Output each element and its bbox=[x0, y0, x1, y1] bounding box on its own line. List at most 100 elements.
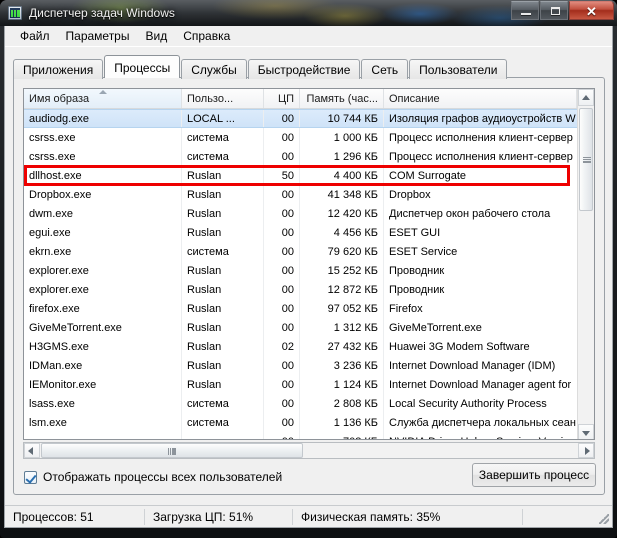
tab-services[interactable]: Службы bbox=[181, 59, 247, 79]
cell-name: audiodg.exe bbox=[24, 110, 182, 127]
scroll-left-button[interactable] bbox=[24, 443, 40, 458]
cell-desc: Служба диспетчера локальных сеан bbox=[389, 416, 576, 429]
table-row[interactable]: csrss.exe система 00 1 000 КБ Процесс исполн… bbox=[24, 128, 594, 147]
cell-user: LOCAL ... bbox=[182, 110, 264, 127]
table-row[interactable]: csrss.exe система 00 1 296 КБ Процесс исполн… bbox=[24, 147, 594, 166]
cell-user: Ruslan bbox=[182, 375, 264, 394]
cell-cpu: 00 bbox=[264, 204, 300, 223]
cell-user: Ruslan bbox=[182, 204, 264, 223]
table-row[interactable]: IDMan.exe Ruslan 00 3 236 КБ Internet Downlo… bbox=[24, 356, 594, 375]
cell-user: Ruslan bbox=[182, 337, 264, 356]
minimize-icon bbox=[521, 13, 531, 15]
table-row[interactable]: dwm.exe Ruslan 00 12 420 КБ Диспетчер окон р… bbox=[24, 204, 594, 223]
horizontal-scrollbar[interactable] bbox=[23, 442, 595, 459]
table-row[interactable]: Dropbox.exe Ruslan 00 41 348 КБ Dropbox bbox=[24, 185, 594, 204]
cell-name: explorer.exe bbox=[24, 261, 182, 280]
cell-user: система bbox=[182, 413, 264, 432]
table-row[interactable]: IEMonitor.exe Ruslan 00 1 124 КБ Internet Do… bbox=[24, 375, 594, 394]
cell-name: nvvsvc.exe bbox=[24, 432, 182, 439]
table-row[interactable]: lsm.exe система 00 1 136 КБ Служба диспетчер… bbox=[24, 413, 594, 432]
cell-name: lsass.exe bbox=[24, 394, 182, 413]
maximize-icon bbox=[551, 7, 560, 15]
cell-desc: Проводник bbox=[389, 283, 445, 296]
minimize-button[interactable] bbox=[511, 1, 539, 20]
chevron-left-icon bbox=[28, 446, 33, 455]
show-all-users-checkbox-row[interactable]: Отображать процессы всех пользователей bbox=[24, 470, 282, 484]
cell-name: csrss.exe bbox=[24, 147, 182, 166]
cell-mem: 97 052 КБ bbox=[300, 299, 384, 318]
window-title: Диспетчер задач Windows bbox=[29, 6, 175, 20]
cell-name: dllhost.exe bbox=[24, 166, 182, 185]
table-row[interactable]: H3GMS.exe Ruslan 02 27 432 КБ Huawei 3G Mode… bbox=[24, 337, 594, 356]
table-row[interactable]: audiodg.exe LOCAL ... 00 10 744 КБ Изоляция … bbox=[24, 109, 594, 128]
tab-applications[interactable]: Приложения bbox=[13, 59, 104, 79]
column-header-memory[interactable]: Память (час... bbox=[300, 89, 384, 108]
cell-desc: ESET Service bbox=[389, 245, 458, 258]
cell-mem: 1 296 КБ bbox=[300, 147, 384, 166]
cell-user: Ruslan bbox=[182, 318, 264, 337]
cell-user: Ruslan bbox=[182, 185, 264, 204]
column-header-image-name[interactable]: Имя образа bbox=[24, 89, 182, 108]
cell-desc: Firefox bbox=[389, 302, 423, 315]
table-row[interactable]: egui.exe Ruslan 00 4 456 КБ ESET GUI bbox=[24, 223, 594, 242]
scrollbar-grip-icon bbox=[583, 157, 591, 163]
menu-item-options[interactable]: Параметры bbox=[58, 27, 138, 46]
end-process-button[interactable]: Завершить процесс bbox=[472, 463, 596, 487]
cell-desc: NVIDIA Driver Helper Service, Version bbox=[384, 432, 577, 440]
menu-item-help[interactable]: Справка bbox=[175, 27, 238, 46]
vertical-scrollbar[interactable] bbox=[577, 89, 594, 439]
maximize-button[interactable] bbox=[540, 1, 568, 20]
column-header-user[interactable]: Пользо... bbox=[182, 89, 264, 108]
cell-mem: 1 000 КБ bbox=[300, 128, 384, 147]
tab-processes[interactable]: Процессы bbox=[104, 55, 181, 78]
table-row[interactable]: GiveMeTorrent.exe Ruslan 00 1 312 КБ GiveMeT… bbox=[24, 318, 594, 337]
cell-cpu: 00 bbox=[264, 261, 300, 280]
menu-item-view[interactable]: Вид bbox=[137, 27, 175, 46]
cell-cpu: 00 bbox=[264, 394, 300, 413]
table-row[interactable]: ekrn.exe система 00 79 620 КБ ESET Service bbox=[24, 242, 594, 261]
table-row[interactable]: dllhost.exe Ruslan 50 4 400 КБ COM Surrogate bbox=[24, 166, 594, 185]
close-button[interactable]: ✕ bbox=[569, 1, 614, 20]
window-controls: ✕ bbox=[511, 1, 614, 20]
vertical-scrollbar-thumb[interactable] bbox=[579, 108, 593, 211]
tab-bar: Приложения Процессы Службы Быстродействи… bbox=[13, 55, 612, 79]
cell-cpu: 00 bbox=[264, 223, 300, 242]
tab-network[interactable]: Сеть bbox=[361, 59, 409, 79]
status-processes: Процессов: 51 bbox=[5, 508, 145, 525]
column-header-description[interactable]: Описание bbox=[384, 89, 577, 108]
table-row[interactable]: explorer.exe Ruslan 00 15 252 КБ Проводник bbox=[24, 261, 594, 280]
cell-cpu: 00 bbox=[264, 318, 300, 337]
cell-user: система bbox=[182, 242, 264, 261]
table-row[interactable]: lsass.exe система 00 2 808 КБ Local Security… bbox=[24, 394, 594, 413]
cell-mem: 2 808 КБ bbox=[300, 394, 384, 413]
cell-cpu: 50 bbox=[264, 166, 300, 185]
cell-mem: 1 124 КБ bbox=[300, 375, 384, 394]
table-row[interactable]: firefox.exe Ruslan 00 97 052 КБ Firefox bbox=[24, 299, 594, 318]
cell-mem: 4 400 КБ bbox=[300, 166, 384, 185]
horizontal-scrollbar-thumb[interactable] bbox=[41, 443, 303, 458]
table-row[interactable]: explorer.exe Ruslan 00 12 872 КБ Проводник bbox=[24, 280, 594, 299]
cell-user: система bbox=[182, 147, 264, 166]
show-all-users-checkbox[interactable] bbox=[24, 470, 37, 484]
cell-mem: 1 136 КБ bbox=[300, 413, 384, 432]
processes-tab-panel: Имя образа Пользо... ЦП Память (час... О… bbox=[13, 77, 605, 495]
cell-mem: 79 620 КБ bbox=[300, 242, 384, 261]
menu-bar: Файл Параметры Вид Справка bbox=[5, 26, 612, 47]
scroll-up-button[interactable] bbox=[578, 89, 594, 106]
table-row[interactable]: nvvsvc.exeсистема00708 КБNVIDIA Driver H… bbox=[24, 432, 594, 440]
cell-desc: Процесс исполнения клиент-сервер bbox=[389, 150, 573, 163]
cell-desc: Local Security Authority Process bbox=[389, 397, 547, 410]
cell-name: GiveMeTorrent.exe bbox=[24, 318, 182, 337]
scroll-right-button[interactable] bbox=[578, 443, 594, 458]
menu-item-file[interactable]: Файл bbox=[12, 27, 58, 46]
scroll-down-button[interactable] bbox=[578, 424, 594, 439]
cell-name: ekrn.exe bbox=[24, 242, 182, 261]
tab-performance[interactable]: Быстродействие bbox=[247, 59, 361, 79]
process-list[interactable]: Имя образа Пользо... ЦП Память (час... О… bbox=[23, 88, 595, 440]
show-all-users-label: Отображать процессы всех пользователей bbox=[43, 470, 283, 484]
cell-desc: Huawei 3G Modem Software bbox=[389, 340, 530, 353]
cell-cpu: 00 bbox=[264, 413, 300, 432]
cell-name: dwm.exe bbox=[24, 204, 182, 223]
tab-users[interactable]: Пользователи bbox=[409, 59, 508, 79]
column-header-cpu[interactable]: ЦП bbox=[264, 89, 300, 108]
